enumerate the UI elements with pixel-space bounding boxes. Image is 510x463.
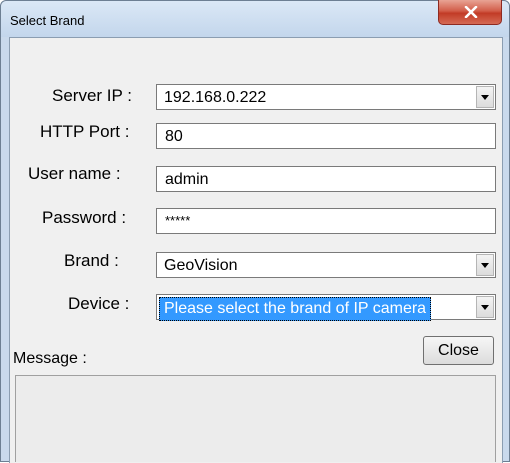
user-name-input[interactable]: admin [156,166,496,192]
server-ip-label: Server IP : [52,86,132,105]
device-label: Device : [68,294,130,313]
dialog-client-area: Server IP : 192.168.0.222 HTTP Port : 80… [9,37,503,463]
message-label: Message : [13,350,87,367]
window-close-button[interactable] [438,0,502,25]
http-port-input[interactable]: 80 [156,123,496,149]
server-ip-value: 192.168.0.222 [164,89,267,106]
device-combo[interactable]: Please select the brand of IP camera [156,294,496,321]
chevron-down-icon [481,263,489,268]
http-port-label: HTTP Port : [40,122,130,141]
close-button[interactable]: Close [423,336,494,365]
select-brand-window: Select Brand Server IP : 192.168.0.222 H… [0,0,510,463]
brand-value: GeoVision [164,257,238,274]
device-value: Please select the brand of IP camera [159,297,432,321]
brand-combo[interactable]: GeoVision [156,252,496,278]
window-title: Select Brand [10,13,85,28]
server-ip-dropdown-button[interactable] [476,86,494,108]
device-dropdown-button[interactable] [476,296,494,318]
close-icon [464,6,478,18]
chevron-down-icon [481,305,489,310]
user-name-label: User name : [28,164,121,183]
message-box [15,375,496,462]
brand-dropdown-button[interactable] [476,254,494,276]
password-input[interactable]: ***** [156,208,496,234]
server-ip-combo[interactable]: 192.168.0.222 [156,84,496,110]
brand-label: Brand : [64,251,119,270]
chevron-down-icon [481,95,489,100]
password-label: Password : [42,208,127,227]
title-bar: Select Brand [1,0,509,37]
